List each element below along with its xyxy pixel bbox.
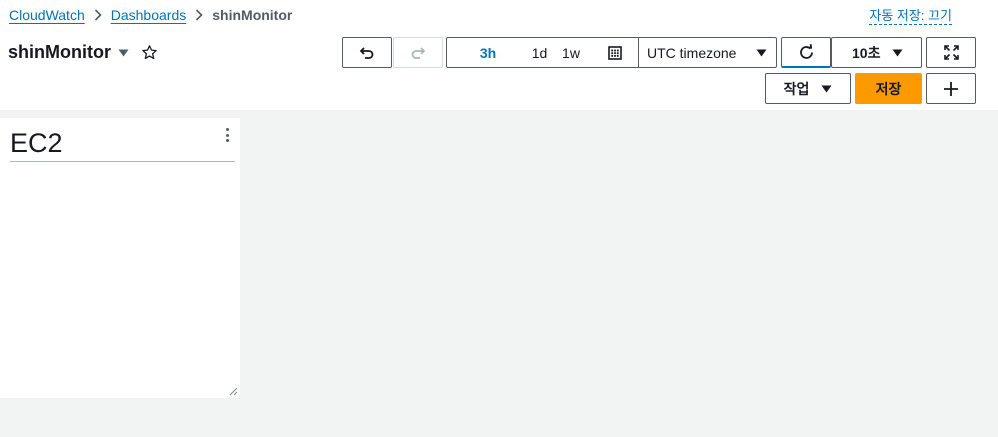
breadcrumb-dashboards-link[interactable]: Dashboards [111,7,187,23]
dashboard-title-row: shinMonitor [8,42,158,63]
fullscreen-button[interactable] [926,37,976,68]
more-vertical-icon [225,133,229,137]
time-range-1d[interactable]: 1d [529,38,550,67]
chevron-right-icon [85,9,111,21]
refresh-interval-dropdown[interactable]: 10초 [831,37,922,68]
breadcrumb-cloudwatch-link[interactable]: CloudWatch [9,7,85,23]
calendar-icon [608,45,622,60]
timezone-label: UTC timezone [647,44,737,61]
caret-down-icon [892,49,903,56]
autosave-toggle[interactable]: 자동 저장: 끄기 [869,8,952,25]
refresh-interval-label: 10초 [852,44,881,61]
refresh-icon [799,43,813,59]
more-vertical-icon [225,128,229,131]
breadcrumb-current: shinMonitor [212,7,293,23]
undo-icon [360,46,374,59]
caret-down-icon [821,85,832,92]
refresh-button[interactable] [781,37,831,68]
more-vertical-icon [225,139,229,142]
star-icon [142,45,157,60]
widget-title: EC2 [10,128,63,158]
caret-down-icon [118,49,129,56]
dashboard-header: CloudWatch Dashboards shinMonitor 자동 저장:… [0,0,998,110]
actions-dropdown[interactable]: 작업 [765,73,851,104]
actions-label: 작업 [783,80,810,97]
resize-handle-icon[interactable] [228,386,238,396]
widget-title-divider [10,161,235,162]
custom-range-button[interactable] [592,38,638,67]
breadcrumb: CloudWatch Dashboards shinMonitor [9,7,292,23]
time-range-1w[interactable]: 1w [550,38,592,67]
save-button[interactable]: 저장 [855,73,922,104]
plus-icon [944,81,958,96]
undo-button[interactable] [342,37,392,68]
dashboard-switcher-button[interactable] [118,49,129,57]
caret-down-icon [756,49,767,56]
fullscreen-icon [943,45,959,60]
widget-menu-button[interactable] [223,127,231,143]
dashboard-title: shinMonitor [8,42,111,62]
chevron-right-icon [186,9,212,21]
redo-button[interactable] [393,37,443,68]
favorite-button[interactable] [141,44,158,61]
redo-icon [411,46,425,59]
timezone-dropdown[interactable]: UTC timezone [638,38,776,67]
time-range-3h[interactable]: 3h [447,38,529,67]
add-widget-button[interactable] [926,73,976,104]
widget-card: EC2 [0,118,240,398]
time-range-selector: 3h 1d 1w UTC timezone [446,37,777,68]
